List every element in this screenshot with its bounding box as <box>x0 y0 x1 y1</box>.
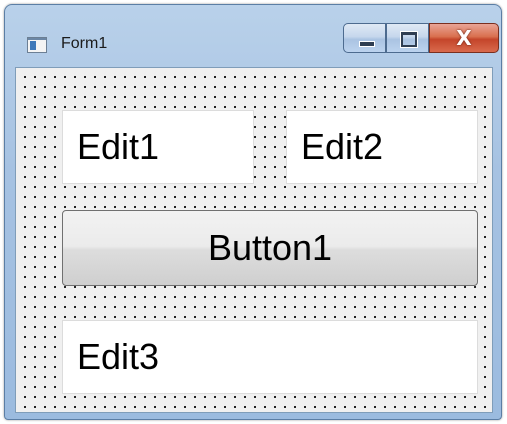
close-button[interactable]: X <box>429 23 499 53</box>
close-icon: X <box>456 26 472 50</box>
edit3-field[interactable]: Edit3 <box>62 320 478 394</box>
maximize-button[interactable] <box>386 23 429 53</box>
button1[interactable]: Button1 <box>62 210 478 286</box>
minimize-icon <box>359 41 375 47</box>
edit1-field[interactable]: Edit1 <box>62 110 254 184</box>
caption-buttons: X <box>343 23 499 53</box>
window-title: Form1 <box>61 35 108 52</box>
edit2-field[interactable]: Edit2 <box>286 110 478 184</box>
form-window: Form1 X Edit1 Edit2 Button1 Edit3 <box>4 4 502 420</box>
maximize-icon <box>401 32 417 47</box>
form-designer-surface[interactable]: Edit1 Edit2 Button1 Edit3 <box>15 67 493 413</box>
minimize-button[interactable] <box>343 23 386 53</box>
form-icon <box>27 37 47 53</box>
title-bar[interactable]: Form1 X <box>5 5 501 67</box>
